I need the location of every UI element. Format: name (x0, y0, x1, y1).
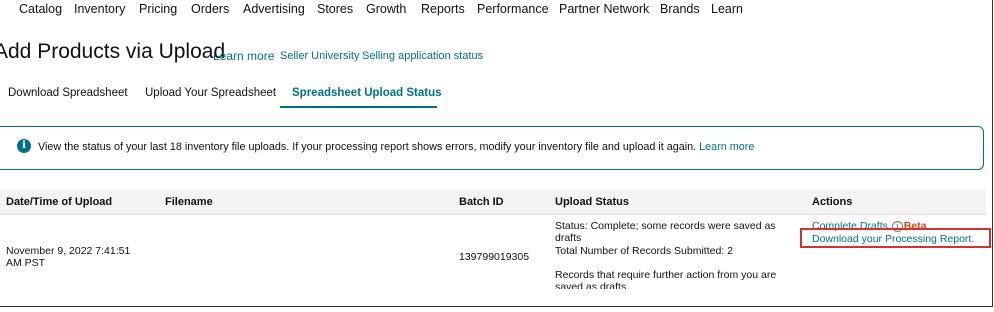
info-icon: i (17, 139, 31, 153)
page-title: Add Products via Upload (0, 40, 226, 63)
nav-partner-network[interactable]: Partner Network (559, 2, 649, 16)
nav-inventory[interactable]: Inventory (74, 2, 125, 16)
tab-download-spreadsheet[interactable]: Download Spreadsheet (8, 87, 128, 99)
column-header-batch-id: Batch ID (459, 196, 504, 208)
nav-performance[interactable]: Performance (477, 2, 549, 16)
column-header-upload-status: Upload Status (555, 196, 629, 208)
records-further-action-text: Records that require further action from… (555, 269, 777, 289)
column-header-filename: Filename (165, 196, 213, 208)
column-header-datetime: Date/Time of Upload (6, 196, 113, 208)
tab-upload-your-spreadsheet[interactable]: Upload Your Spreadsheet (145, 87, 276, 99)
info-alert-text: View the status of your last 18 inventor… (38, 141, 754, 153)
info-message: View the status of your last 18 inventor… (38, 141, 697, 153)
batch-id: 139799019305 (459, 251, 530, 263)
tab-spreadsheet-upload-status[interactable]: Spreadsheet Upload Status (292, 87, 442, 99)
highlight-annotation-box (800, 228, 991, 248)
nav-growth[interactable]: Growth (366, 2, 406, 16)
nav-reports[interactable]: Reports (421, 2, 465, 16)
column-header-actions: Actions (812, 196, 853, 208)
upload-datetime: November 9, 2022 7:41:51 AM PST (6, 245, 131, 269)
learn-more-link[interactable]: Learn more (213, 49, 274, 63)
nav-orders[interactable]: Orders (191, 2, 229, 16)
info-learn-more-link[interactable]: Learn more (699, 141, 754, 153)
nav-stores[interactable]: Stores (317, 2, 353, 16)
records-submitted-text: Total Number of Records Submitted: 2 (555, 245, 733, 257)
status-complete-text: Status: Complete; some records were save… (555, 220, 776, 244)
selling-application-status-link[interactable]: Selling application status (362, 50, 483, 62)
active-tab-indicator (280, 106, 437, 108)
app-frame: Catalog Inventory Pricing Orders Adverti… (0, 0, 993, 307)
nav-brands[interactable]: Brands (660, 2, 700, 16)
nav-catalog[interactable]: Catalog (19, 2, 62, 16)
nav-advertising[interactable]: Advertising (243, 2, 305, 16)
seller-university-link[interactable]: Seller University (280, 50, 359, 62)
nav-pricing[interactable]: Pricing (139, 2, 177, 16)
nav-learn[interactable]: Learn (711, 2, 743, 16)
top-navigation: Catalog Inventory Pricing Orders Adverti… (0, 0, 992, 20)
